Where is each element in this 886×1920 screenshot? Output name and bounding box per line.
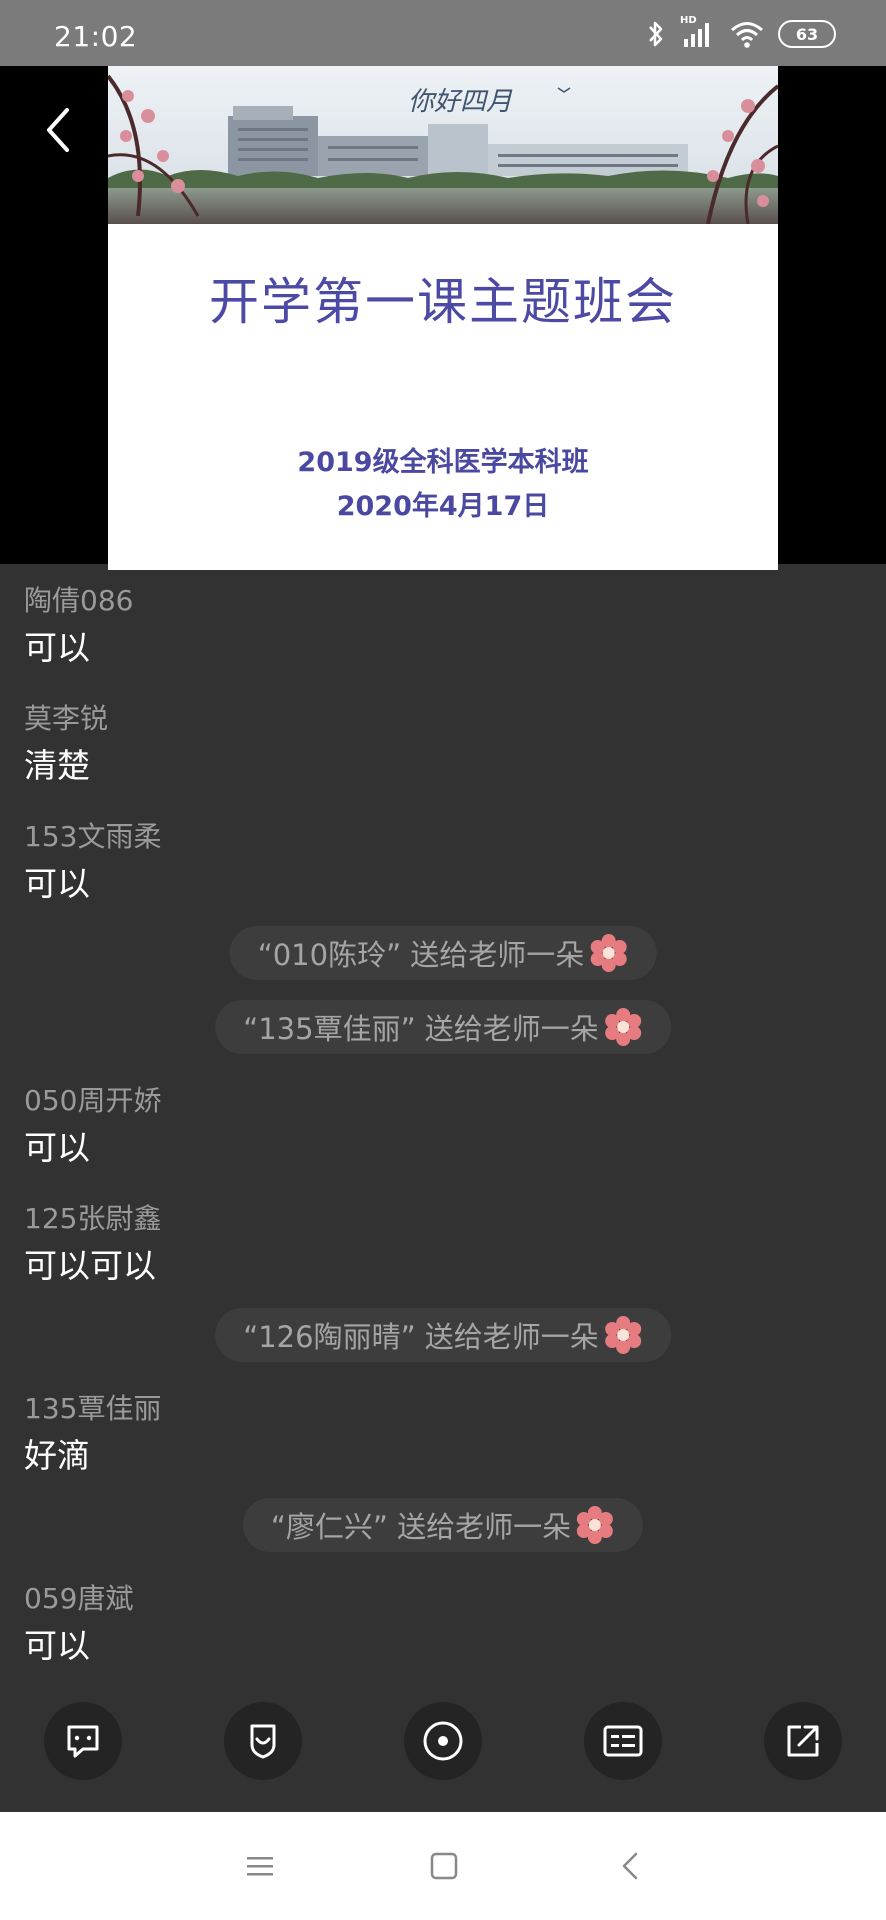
bluetooth-icon <box>649 21 663 47</box>
live-video-area[interactable]: 你好四月 开学第一课主题班会 2019级全科医学本科班 2020年4月17日 <box>0 66 886 570</box>
system-nav-bar <box>0 1812 886 1920</box>
status-bar: 21:02 HD 63 <box>0 0 886 66</box>
chat-message: 125张尉鑫 可以可以 <box>24 1202 161 1286</box>
chat-icon <box>67 1725 99 1758</box>
message-author: 153文雨柔 <box>24 820 162 853</box>
battery-indicator: 63 <box>778 20 836 48</box>
campus-banner-image: 你好四月 <box>108 66 778 224</box>
chevron-left-icon <box>47 108 69 152</box>
gift-text: “135覃佳丽” 送给老师一朵 <box>243 1012 599 1046</box>
message-text: 可以 <box>24 864 90 903</box>
presentation-slide: 你好四月 开学第一课主题班会 2019级全科医学本科班 2020年4月17日 <box>108 66 778 570</box>
clock: 21:02 <box>54 20 138 53</box>
message-author: 059唐斌 <box>24 1582 134 1615</box>
info-card-button[interactable] <box>584 1702 662 1780</box>
flower-icon <box>604 1008 641 1046</box>
chat-message: 莫李锐 清楚 <box>24 702 108 786</box>
recent-apps-button[interactable] <box>236 1842 284 1890</box>
banner-text: 你好四月 <box>408 87 513 117</box>
message-text: 可以可以 <box>24 1246 156 1285</box>
chat-message: 135覃佳丽 好滴 <box>24 1392 161 1476</box>
gift-text: “010陈玲” 送给老师一朵 <box>257 938 585 972</box>
message-author: 125张尉鑫 <box>24 1202 162 1235</box>
chat-message: 陶倩086 可以 <box>24 584 133 668</box>
slide-class-name: 2019级全科医学本科班 <box>297 447 589 478</box>
shield-icon <box>250 1724 276 1759</box>
flower-icon <box>590 934 627 972</box>
system-back-button[interactable] <box>606 1842 654 1890</box>
record-button[interactable] <box>404 1702 482 1780</box>
back-button[interactable] <box>28 100 88 160</box>
gift-notification: “010陈玲” 送给老师一朵 <box>229 926 657 980</box>
chat-message: 153文雨柔 可以 <box>24 820 161 904</box>
slide-date: 2020年4月17日 <box>336 491 550 522</box>
gift-notification: “126陶丽晴” 送给老师一朵 <box>215 1308 671 1362</box>
comment-button[interactable] <box>44 1702 122 1780</box>
share-button[interactable] <box>764 1702 842 1780</box>
message-text: 可以 <box>24 628 90 667</box>
message-author: 陶倩086 <box>24 584 134 617</box>
message-text: 好滴 <box>24 1436 90 1475</box>
flower-icon <box>577 1506 614 1544</box>
back-icon <box>622 1852 638 1880</box>
flower-icon <box>604 1316 641 1354</box>
badge-button[interactable] <box>224 1702 302 1780</box>
slide-title: 开学第一课主题班会 <box>209 273 677 331</box>
target-icon <box>423 1721 463 1761</box>
message-text: 可以 <box>24 1626 90 1665</box>
chat-list[interactable]: 陶倩086 可以 莫李锐 清楚 153文雨柔 可以 “010陈玲” 送给老师一朵… <box>0 564 886 1674</box>
share-icon <box>787 1725 819 1757</box>
message-author: 135覃佳丽 <box>24 1392 162 1425</box>
gift-text: “廖仁兴” 送给老师一朵 <box>270 1510 572 1544</box>
chat-message: 059唐斌 可以 <box>24 1582 133 1666</box>
gift-text: “126陶丽晴” 送给老师一朵 <box>243 1320 599 1354</box>
gift-notification: “廖仁兴” 送给老师一朵 <box>242 1498 644 1552</box>
wifi-icon <box>731 22 763 48</box>
gift-notification: “135覃佳丽” 送给老师一朵 <box>215 1000 671 1054</box>
chat-message: 050周开娇 可以 <box>24 1084 161 1168</box>
message-author: 050周开娇 <box>24 1084 162 1117</box>
home-icon <box>430 1852 458 1880</box>
home-button[interactable] <box>420 1842 468 1890</box>
status-icons: HD 63 <box>646 15 836 50</box>
bottom-toolbar <box>0 1702 886 1782</box>
menu-icon <box>247 1857 273 1876</box>
card-icon <box>603 1725 643 1757</box>
message-text: 清楚 <box>24 746 90 785</box>
signal-icon: HD <box>680 15 716 49</box>
message-author: 莫李锐 <box>24 702 109 735</box>
message-text: 可以 <box>24 1128 90 1167</box>
